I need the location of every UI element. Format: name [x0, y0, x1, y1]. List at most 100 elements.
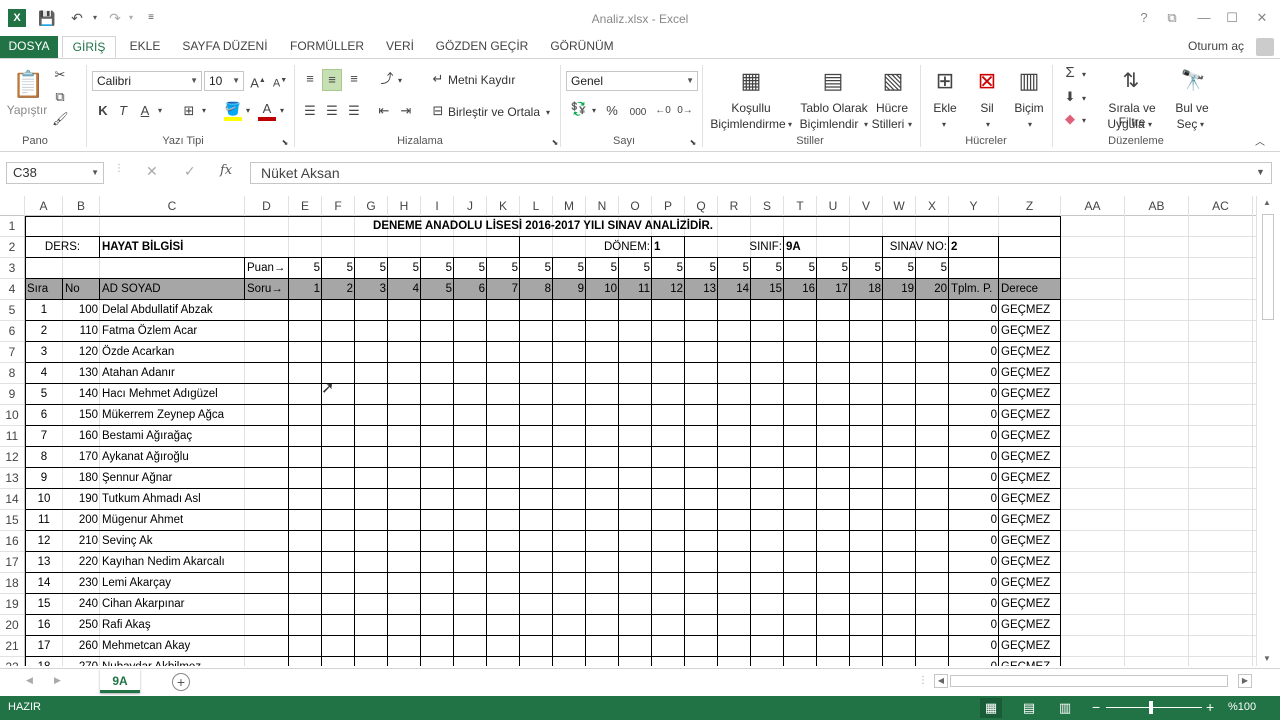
horizontal-scroll-thumb[interactable]	[950, 675, 1228, 687]
student-sira[interactable]: 13	[27, 552, 61, 573]
student-name[interactable]: Sevinç Ak	[102, 531, 287, 552]
tab-page-layout[interactable]: SAYFA DÜZENİ	[176, 36, 274, 58]
underline-dropdown-icon[interactable]: ▾	[156, 103, 164, 119]
row-header[interactable]: 7	[0, 342, 25, 363]
student-total[interactable]: 0	[951, 426, 997, 447]
student-total[interactable]: 0	[951, 657, 997, 666]
zoom-out-icon[interactable]: −	[1092, 699, 1100, 715]
donem-value[interactable]: 1	[654, 237, 683, 258]
student-grade[interactable]: GEÇMEZ	[1001, 363, 1059, 384]
student-no[interactable]: 260	[65, 636, 98, 657]
row-header[interactable]: 10	[0, 405, 25, 426]
soru-label[interactable]: Soru→	[247, 279, 287, 300]
student-no[interactable]: 220	[65, 552, 98, 573]
student-name[interactable]: Özde Acarkan	[102, 342, 287, 363]
merge-center-icon[interactable]: ⊟	[430, 103, 446, 119]
question-points[interactable]: 5	[489, 258, 518, 279]
tab-file[interactable]: DOSYA	[0, 36, 58, 58]
align-right-icon[interactable]: ☰	[346, 103, 362, 119]
student-sira[interactable]: 8	[27, 447, 61, 468]
wrap-text-button[interactable]: Metni Kaydır	[448, 73, 520, 87]
student-sira[interactable]: 18	[27, 657, 61, 666]
question-points[interactable]: 5	[621, 258, 650, 279]
cut-icon[interactable]: ✂	[52, 67, 68, 83]
student-total[interactable]: 0	[951, 342, 997, 363]
page-layout-view-icon[interactable]: ▤	[1018, 698, 1040, 718]
decrease-decimal-icon[interactable]: 0→	[676, 103, 694, 119]
sheet-title[interactable]: DENEME ANADOLU LİSESİ 2016-2017 YILI SIN…	[27, 216, 1059, 237]
puan-label[interactable]: Puan→	[247, 258, 287, 279]
student-no[interactable]: 200	[65, 510, 98, 531]
question-points[interactable]: 5	[687, 258, 716, 279]
student-sira[interactable]: 4	[27, 363, 61, 384]
font-color-dropdown-icon[interactable]: ▾	[278, 103, 286, 119]
row-header[interactable]: 21	[0, 636, 25, 657]
orientation-dropdown-icon[interactable]: ▾	[396, 73, 404, 89]
tab-formulas[interactable]: FORMÜLLER	[284, 36, 370, 58]
hscroll-right-icon[interactable]: ▶	[1238, 674, 1252, 688]
chevron-down-icon[interactable]: ▾	[786, 117, 794, 133]
conditional-formatting-label-1[interactable]: Koşullu	[712, 101, 790, 115]
student-grade[interactable]: GEÇMEZ	[1001, 426, 1059, 447]
name-box[interactable]: C38 ▼	[6, 162, 104, 184]
row-header[interactable]: 14	[0, 489, 25, 510]
worksheet[interactable]: A B C D E F G H I J K L M N O P Q R S T U V W X Y Z AA AB AC 1234567…	[0, 196, 1256, 666]
insert-cells-button[interactable]: Ekle	[928, 101, 962, 115]
question-number[interactable]: 4	[390, 279, 419, 300]
student-sira[interactable]: 3	[27, 342, 61, 363]
maximize-button[interactable]: ☐	[1222, 8, 1242, 28]
student-grade[interactable]: GEÇMEZ	[1001, 594, 1059, 615]
decrease-indent-icon[interactable]: ⇤	[376, 103, 392, 119]
student-name[interactable]: Nubaydar Akbilmez	[102, 657, 287, 666]
sinav-value[interactable]: 2	[951, 237, 997, 258]
italic-button[interactable]: T	[116, 103, 130, 119]
student-total[interactable]: 0	[951, 384, 997, 405]
currency-dropdown-icon[interactable]: ▾	[590, 103, 598, 119]
chevron-down-icon[interactable]: ▾	[940, 117, 948, 133]
student-sira[interactable]: 10	[27, 489, 61, 510]
ribbon-display-button[interactable]: ⧉	[1162, 8, 1182, 28]
copy-icon[interactable]: ⧉	[52, 89, 68, 105]
student-total[interactable]: 0	[951, 447, 997, 468]
student-sira[interactable]: 2	[27, 321, 61, 342]
student-name[interactable]: Rafi Akaş	[102, 615, 287, 636]
student-grade[interactable]: GEÇMEZ	[1001, 573, 1059, 594]
student-no[interactable]: 130	[65, 363, 98, 384]
tab-insert[interactable]: EKLE	[124, 36, 166, 58]
student-total[interactable]: 0	[951, 363, 997, 384]
currency-icon[interactable]: 💱	[570, 101, 588, 117]
shrink-font-icon[interactable]: A▼	[272, 73, 288, 92]
student-name[interactable]: Mükerrem Zeynep Ağca	[102, 405, 287, 426]
question-number[interactable]: 10	[588, 279, 617, 300]
clear-dropdown-icon[interactable]: ▾	[1080, 113, 1088, 129]
student-sira[interactable]: 11	[27, 510, 61, 531]
header-no[interactable]: No	[65, 279, 98, 300]
align-middle-icon[interactable]: ≡	[322, 69, 342, 91]
chevron-down-icon[interactable]: ▾	[906, 117, 914, 133]
question-points[interactable]: 5	[753, 258, 782, 279]
chevron-down-icon[interactable]: ▾	[1026, 117, 1034, 133]
close-button[interactable]: ✕	[1252, 8, 1272, 28]
student-no[interactable]: 110	[65, 321, 98, 342]
paste-icon[interactable]: 📋	[12, 67, 44, 101]
question-number[interactable]: 5	[423, 279, 452, 300]
underline-button[interactable]: A	[138, 103, 152, 119]
fill-icon[interactable]: ⬇	[1062, 89, 1078, 105]
help-button[interactable]: ?	[1134, 8, 1154, 28]
student-no[interactable]: 230	[65, 573, 98, 594]
student-no[interactable]: 160	[65, 426, 98, 447]
chevron-down-icon[interactable]: ▾	[984, 117, 992, 133]
question-number[interactable]: 19	[885, 279, 914, 300]
student-total[interactable]: 0	[951, 594, 997, 615]
page-break-view-icon[interactable]: ▥	[1054, 698, 1076, 718]
row-header[interactable]: 2	[0, 237, 25, 258]
question-number[interactable]: 13	[687, 279, 716, 300]
thousands-button[interactable]: 000	[626, 105, 650, 121]
student-grade[interactable]: GEÇMEZ	[1001, 384, 1059, 405]
row-header[interactable]: 5	[0, 300, 25, 321]
cell-grid[interactable]: 12345678910111213141516171819202122DENEM…	[0, 196, 1256, 666]
sort-filter-label-2[interactable]: Uygula	[1104, 117, 1148, 131]
font-color-icon[interactable]: A	[258, 101, 276, 121]
student-sira[interactable]: 9	[27, 468, 61, 489]
question-points[interactable]: 5	[918, 258, 947, 279]
